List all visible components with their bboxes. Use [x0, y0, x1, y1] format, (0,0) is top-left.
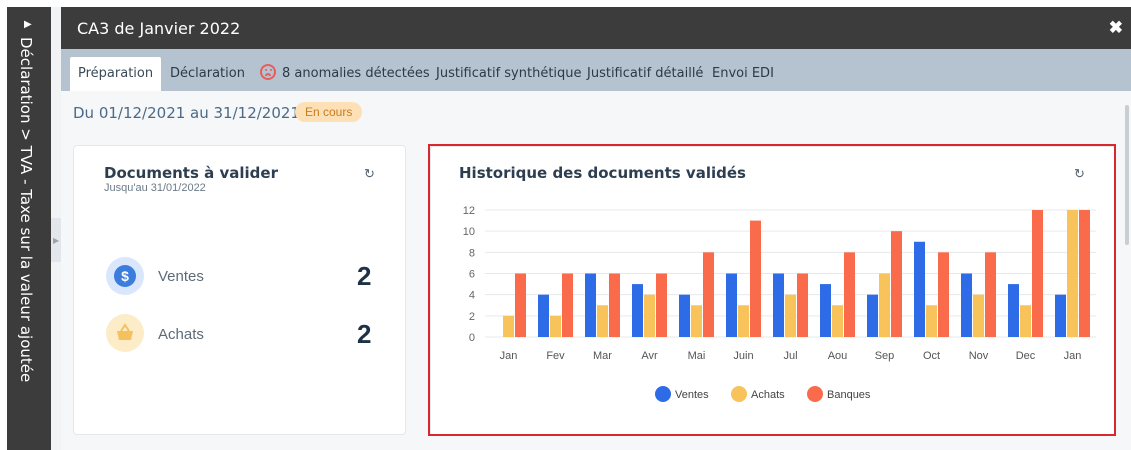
tab-anomalies[interactable]: 8 anomalies détectées: [252, 57, 438, 91]
tab-label: Envoi EDI: [712, 66, 774, 81]
achats-icon-circle: [106, 314, 144, 352]
period-range: Du 01/12/2021 au 31/12/2021: [73, 104, 300, 122]
sad-face-icon: [260, 64, 276, 80]
title-bar: CA3 de Janvier 2022 ✖: [61, 7, 1131, 49]
tab-justificatif-detaille[interactable]: Justificatif détaillé: [579, 57, 711, 91]
tab-justificatif-synthetique[interactable]: Justificatif synthétique: [428, 57, 590, 91]
tab-label: Préparation: [78, 66, 154, 81]
status-badge: En cours: [295, 102, 363, 122]
tab-label: Déclaration: [170, 66, 245, 81]
ventes-label: Ventes: [158, 268, 204, 285]
expand-arrow-icon[interactable]: ▶: [53, 236, 59, 245]
tab-bar: Préparation Déclaration 8 anomalies déte…: [61, 49, 1131, 91]
achats-label: Achats: [158, 326, 204, 343]
tab-envoi-edi[interactable]: Envoi EDI: [704, 57, 782, 91]
refresh-icon[interactable]: ↻: [364, 166, 375, 182]
basket-icon: [117, 323, 133, 340]
triangle-right-icon[interactable]: ▶: [24, 19, 32, 30]
card-subtitle: Jusqu'au 31/01/2022: [104, 182, 206, 194]
ventes-count: 2: [357, 261, 372, 291]
sidebar-rail[interactable]: ▶ Déclaration > TVA - Taxe sur la valeur…: [7, 7, 51, 450]
svg-text:$: $: [121, 268, 129, 284]
tab-label: Justificatif détaillé: [587, 66, 704, 81]
tab-declaration[interactable]: Déclaration: [162, 57, 253, 91]
scrollbar[interactable]: [1125, 105, 1129, 245]
close-icon[interactable]: ✖: [1109, 18, 1123, 38]
tab-preparation[interactable]: Préparation: [70, 57, 162, 91]
card-title: Documents à valider: [104, 164, 278, 182]
tab-label: Justificatif synthétique: [436, 66, 582, 81]
ventes-icon-circle: $: [106, 257, 144, 295]
breadcrumb: Déclaration > TVA - Taxe sur la valeur a…: [17, 37, 35, 383]
documents-card: Documents à valider Jusqu'au 31/01/2022 …: [73, 145, 406, 435]
highlight-box: [428, 144, 1116, 436]
dollar-icon: $: [114, 265, 136, 287]
tab-label: 8 anomalies détectées: [282, 66, 430, 81]
page-title: CA3 de Janvier 2022: [77, 19, 241, 38]
achats-count: 2: [357, 319, 372, 349]
